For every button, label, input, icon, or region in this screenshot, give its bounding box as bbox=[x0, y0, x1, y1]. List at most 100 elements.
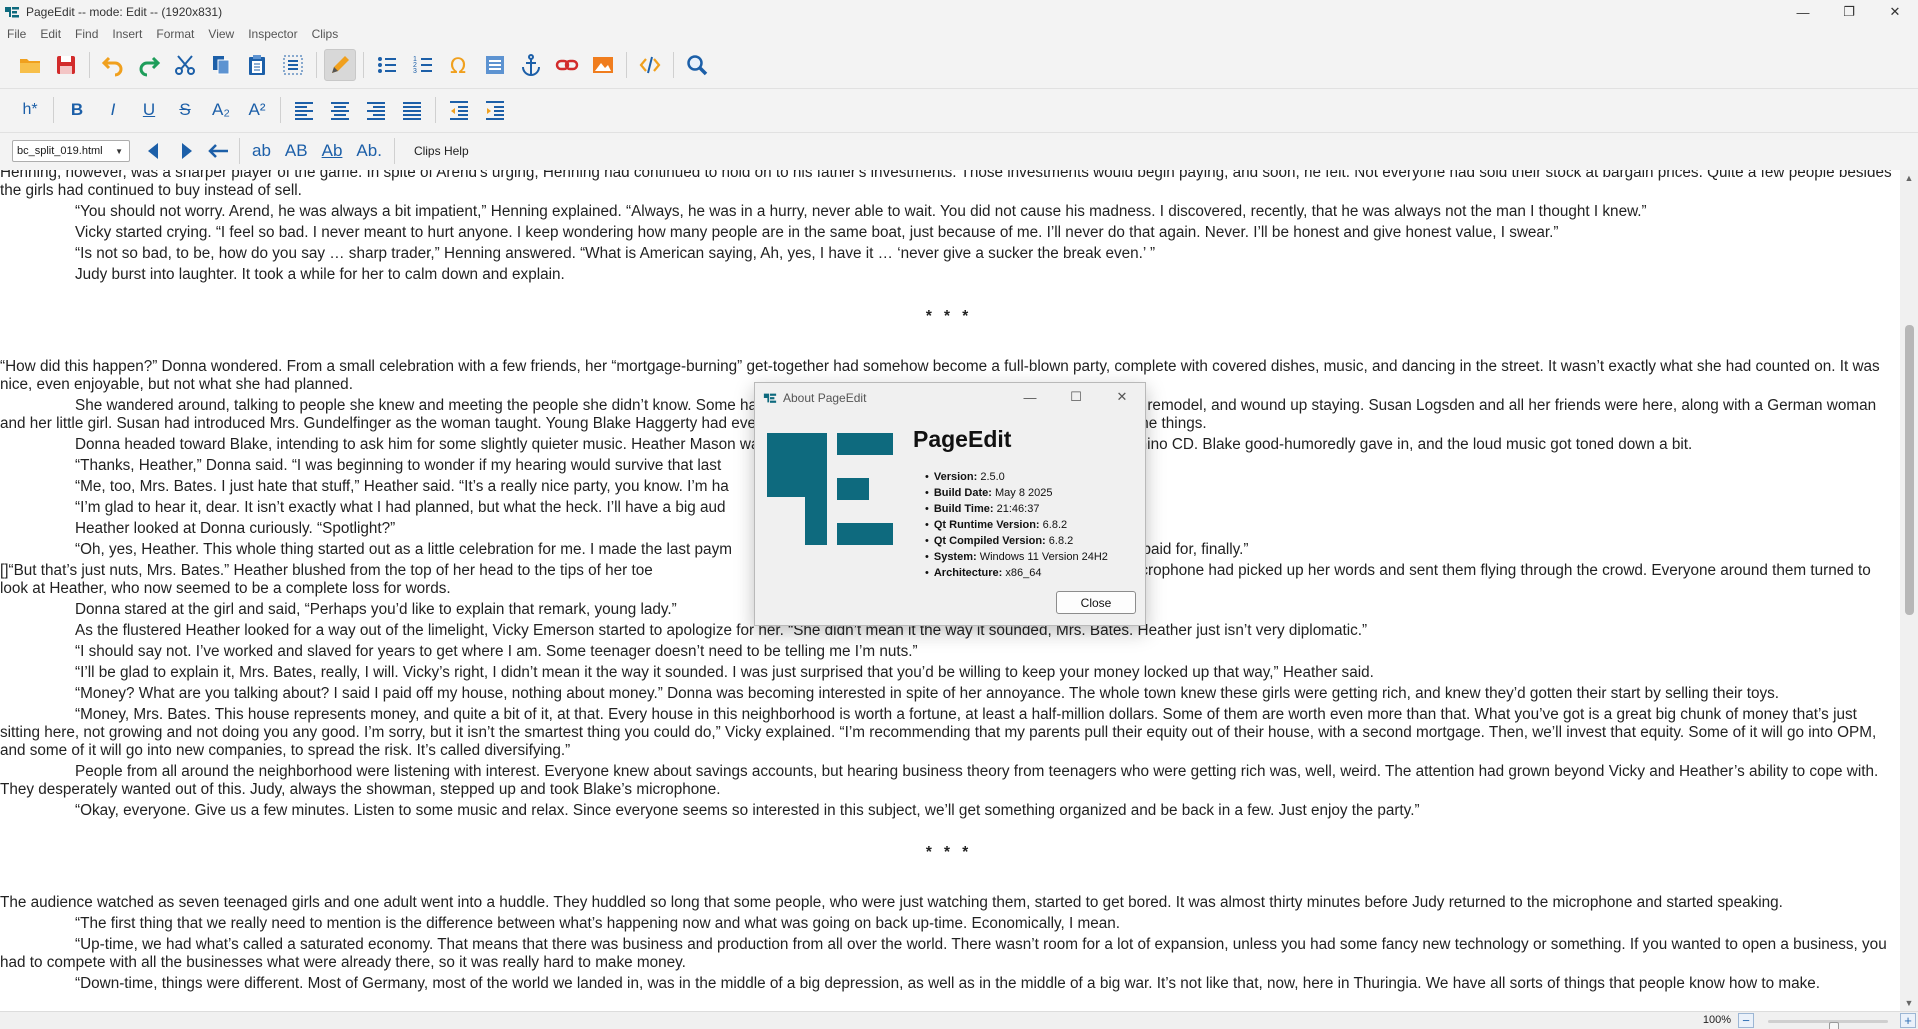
menu-edit[interactable]: Edit bbox=[33, 27, 68, 41]
strikethrough-button[interactable]: S bbox=[168, 95, 202, 125]
toolbar-separator bbox=[363, 52, 364, 78]
special-character-button[interactable]: Ω bbox=[443, 49, 475, 81]
scroll-thumb[interactable] bbox=[1905, 325, 1914, 615]
arrow-left-icon bbox=[148, 143, 158, 159]
arrow-right-icon bbox=[182, 143, 192, 159]
decrease-indent-button[interactable] bbox=[442, 95, 476, 125]
pageedit-app-icon bbox=[763, 393, 777, 403]
cut-button[interactable] bbox=[169, 49, 201, 81]
insert-link-button[interactable] bbox=[551, 49, 583, 81]
clip-lowercase-button[interactable]: ab bbox=[245, 141, 278, 161]
align-right-button[interactable] bbox=[359, 95, 393, 125]
scroll-up-icon[interactable]: ▲ bbox=[1900, 170, 1918, 186]
bold-button[interactable]: B bbox=[60, 95, 94, 125]
file-selector[interactable]: bc_split_019.html ▼ bbox=[12, 140, 130, 162]
about-info-value: May 8 2025 bbox=[991, 487, 1053, 499]
toolbar-separator bbox=[280, 97, 281, 123]
paragraph[interactable]: The audience watched as seven teenaged g… bbox=[0, 894, 1898, 912]
menu-view[interactable]: View bbox=[201, 27, 241, 41]
menu-format[interactable]: Format bbox=[149, 27, 201, 41]
paragraph[interactable]: Vicky started crying. “I feel so bad. I … bbox=[0, 224, 1898, 242]
folder-icon bbox=[20, 59, 40, 73]
paste-button[interactable] bbox=[241, 49, 273, 81]
menu-inspector[interactable]: Inspector bbox=[241, 27, 304, 41]
close-window-button[interactable]: ✕ bbox=[1872, 0, 1918, 24]
increase-indent-button[interactable] bbox=[478, 95, 512, 125]
paragraph[interactable]: “Okay, everyone. Give us a few minutes. … bbox=[0, 802, 1898, 820]
code-view-button[interactable] bbox=[634, 49, 666, 81]
scroll-down-icon[interactable]: ▼ bbox=[1900, 995, 1918, 1011]
copy-button[interactable] bbox=[205, 49, 237, 81]
zoom-in-button[interactable]: + bbox=[1900, 1013, 1916, 1028]
about-info-label: Build Date: bbox=[933, 487, 992, 499]
paragraph[interactable]: “I should say not. I’ve worked and slave… bbox=[0, 643, 1898, 661]
redo-button[interactable] bbox=[133, 49, 165, 81]
menu-insert[interactable]: Insert bbox=[105, 27, 149, 41]
menu-file[interactable]: File bbox=[0, 27, 33, 41]
edit-mode-button[interactable] bbox=[324, 49, 356, 81]
paragraph[interactable]: “You should not worry. Arend, he was alw… bbox=[0, 203, 1898, 221]
go-back-button[interactable] bbox=[202, 137, 234, 165]
bullet-list-icon bbox=[378, 57, 396, 73]
paragraph[interactable]: People from all around the neighborhood … bbox=[0, 763, 1898, 799]
about-info-item: Build Time: 21:46:37 bbox=[925, 501, 1108, 517]
paragraph[interactable]: “Money, Mrs. Bates. This house represent… bbox=[0, 706, 1898, 760]
insert-image-button[interactable] bbox=[587, 49, 619, 81]
maximize-button[interactable]: ❐ bbox=[1826, 0, 1872, 24]
open-folder-button[interactable] bbox=[14, 49, 46, 81]
minimize-button[interactable]: — bbox=[1780, 0, 1826, 24]
dialog-close-icon[interactable]: ✕ bbox=[1099, 383, 1145, 411]
menu-clips[interactable]: Clips bbox=[305, 27, 346, 41]
paragraph[interactable]: Henning, however, was a sharper player o… bbox=[0, 170, 1898, 200]
paragraph[interactable]: “Down-time, things were different. Most … bbox=[0, 975, 1898, 993]
next-file-button[interactable] bbox=[170, 137, 202, 165]
main-toolbar: 123 Ω bbox=[12, 46, 715, 84]
about-close-button[interactable]: Close bbox=[1056, 591, 1136, 614]
clip-sentencecase-button[interactable]: Ab. bbox=[349, 141, 389, 161]
about-info-value: Windows 11 Version 24H2 bbox=[976, 551, 1108, 563]
align-left-icon bbox=[295, 102, 313, 120]
dialog-minimize-button[interactable]: — bbox=[1007, 383, 1053, 411]
align-center-button[interactable] bbox=[323, 95, 357, 125]
dialog-maximize-button[interactable]: ☐ bbox=[1053, 383, 1099, 411]
paragraph[interactable]: Judy burst into laughter. It took a whil… bbox=[0, 266, 1898, 284]
toolbar-separator bbox=[626, 52, 627, 78]
zoom-slider-handle[interactable] bbox=[1828, 1022, 1839, 1029]
zoom-out-button[interactable]: − bbox=[1738, 1013, 1754, 1028]
find-replace-button[interactable] bbox=[681, 49, 713, 81]
paragraph[interactable]: “Money? What are you talking about? I sa… bbox=[0, 685, 1898, 703]
zoom-slider[interactable] bbox=[1768, 1020, 1888, 1029]
italic-button[interactable]: I bbox=[96, 95, 130, 125]
menu-find[interactable]: Find bbox=[68, 27, 105, 41]
paragraph[interactable]: “Is not so bad, to be, how do you say … … bbox=[0, 245, 1898, 263]
bold-label: B bbox=[70, 100, 84, 119]
clip-titlecase-button[interactable]: Ab bbox=[315, 141, 350, 161]
redo-icon bbox=[139, 56, 161, 77]
title-bar: PageEdit -- mode: Edit -- (1920x831) — ❐… bbox=[0, 0, 1918, 24]
insert-anchor-button[interactable] bbox=[515, 49, 547, 81]
vertical-scrollbar[interactable]: ▲ ▼ bbox=[1900, 170, 1918, 1011]
insert-id-button[interactable] bbox=[479, 49, 511, 81]
previous-file-button[interactable] bbox=[138, 137, 170, 165]
clip-uppercase-button[interactable]: AB bbox=[278, 141, 315, 161]
paragraph[interactable]: “The first thing that we really need to … bbox=[0, 915, 1898, 933]
paragraph[interactable]: “I’ll be glad to explain it, Mrs. Bates,… bbox=[0, 664, 1898, 682]
align-left-button[interactable] bbox=[287, 95, 321, 125]
select-all-button[interactable] bbox=[277, 49, 309, 81]
subscript-button[interactable]: A₂ bbox=[204, 95, 238, 125]
about-info-item: Version: 2.5.0 bbox=[925, 469, 1108, 485]
back-arrow-icon bbox=[208, 144, 228, 158]
underline-button[interactable]: U bbox=[132, 95, 166, 125]
clips-help-button[interactable]: Clips Help bbox=[414, 144, 469, 158]
undo-button[interactable] bbox=[97, 49, 129, 81]
numbered-list-button[interactable]: 123 bbox=[407, 49, 439, 81]
toolbar-separator bbox=[89, 52, 90, 78]
svg-text:3: 3 bbox=[413, 68, 417, 75]
superscript-button[interactable]: A² bbox=[240, 95, 274, 125]
navigation-toolbar: bc_split_019.html ▼ ab AB Ab Ab. Clips H… bbox=[0, 136, 469, 166]
bullet-list-button[interactable] bbox=[371, 49, 403, 81]
heading-button[interactable]: h* bbox=[13, 95, 47, 125]
save-button[interactable] bbox=[50, 49, 82, 81]
justify-button[interactable] bbox=[395, 95, 429, 125]
paragraph[interactable]: “Up-time, we had what’s called a saturat… bbox=[0, 936, 1898, 972]
